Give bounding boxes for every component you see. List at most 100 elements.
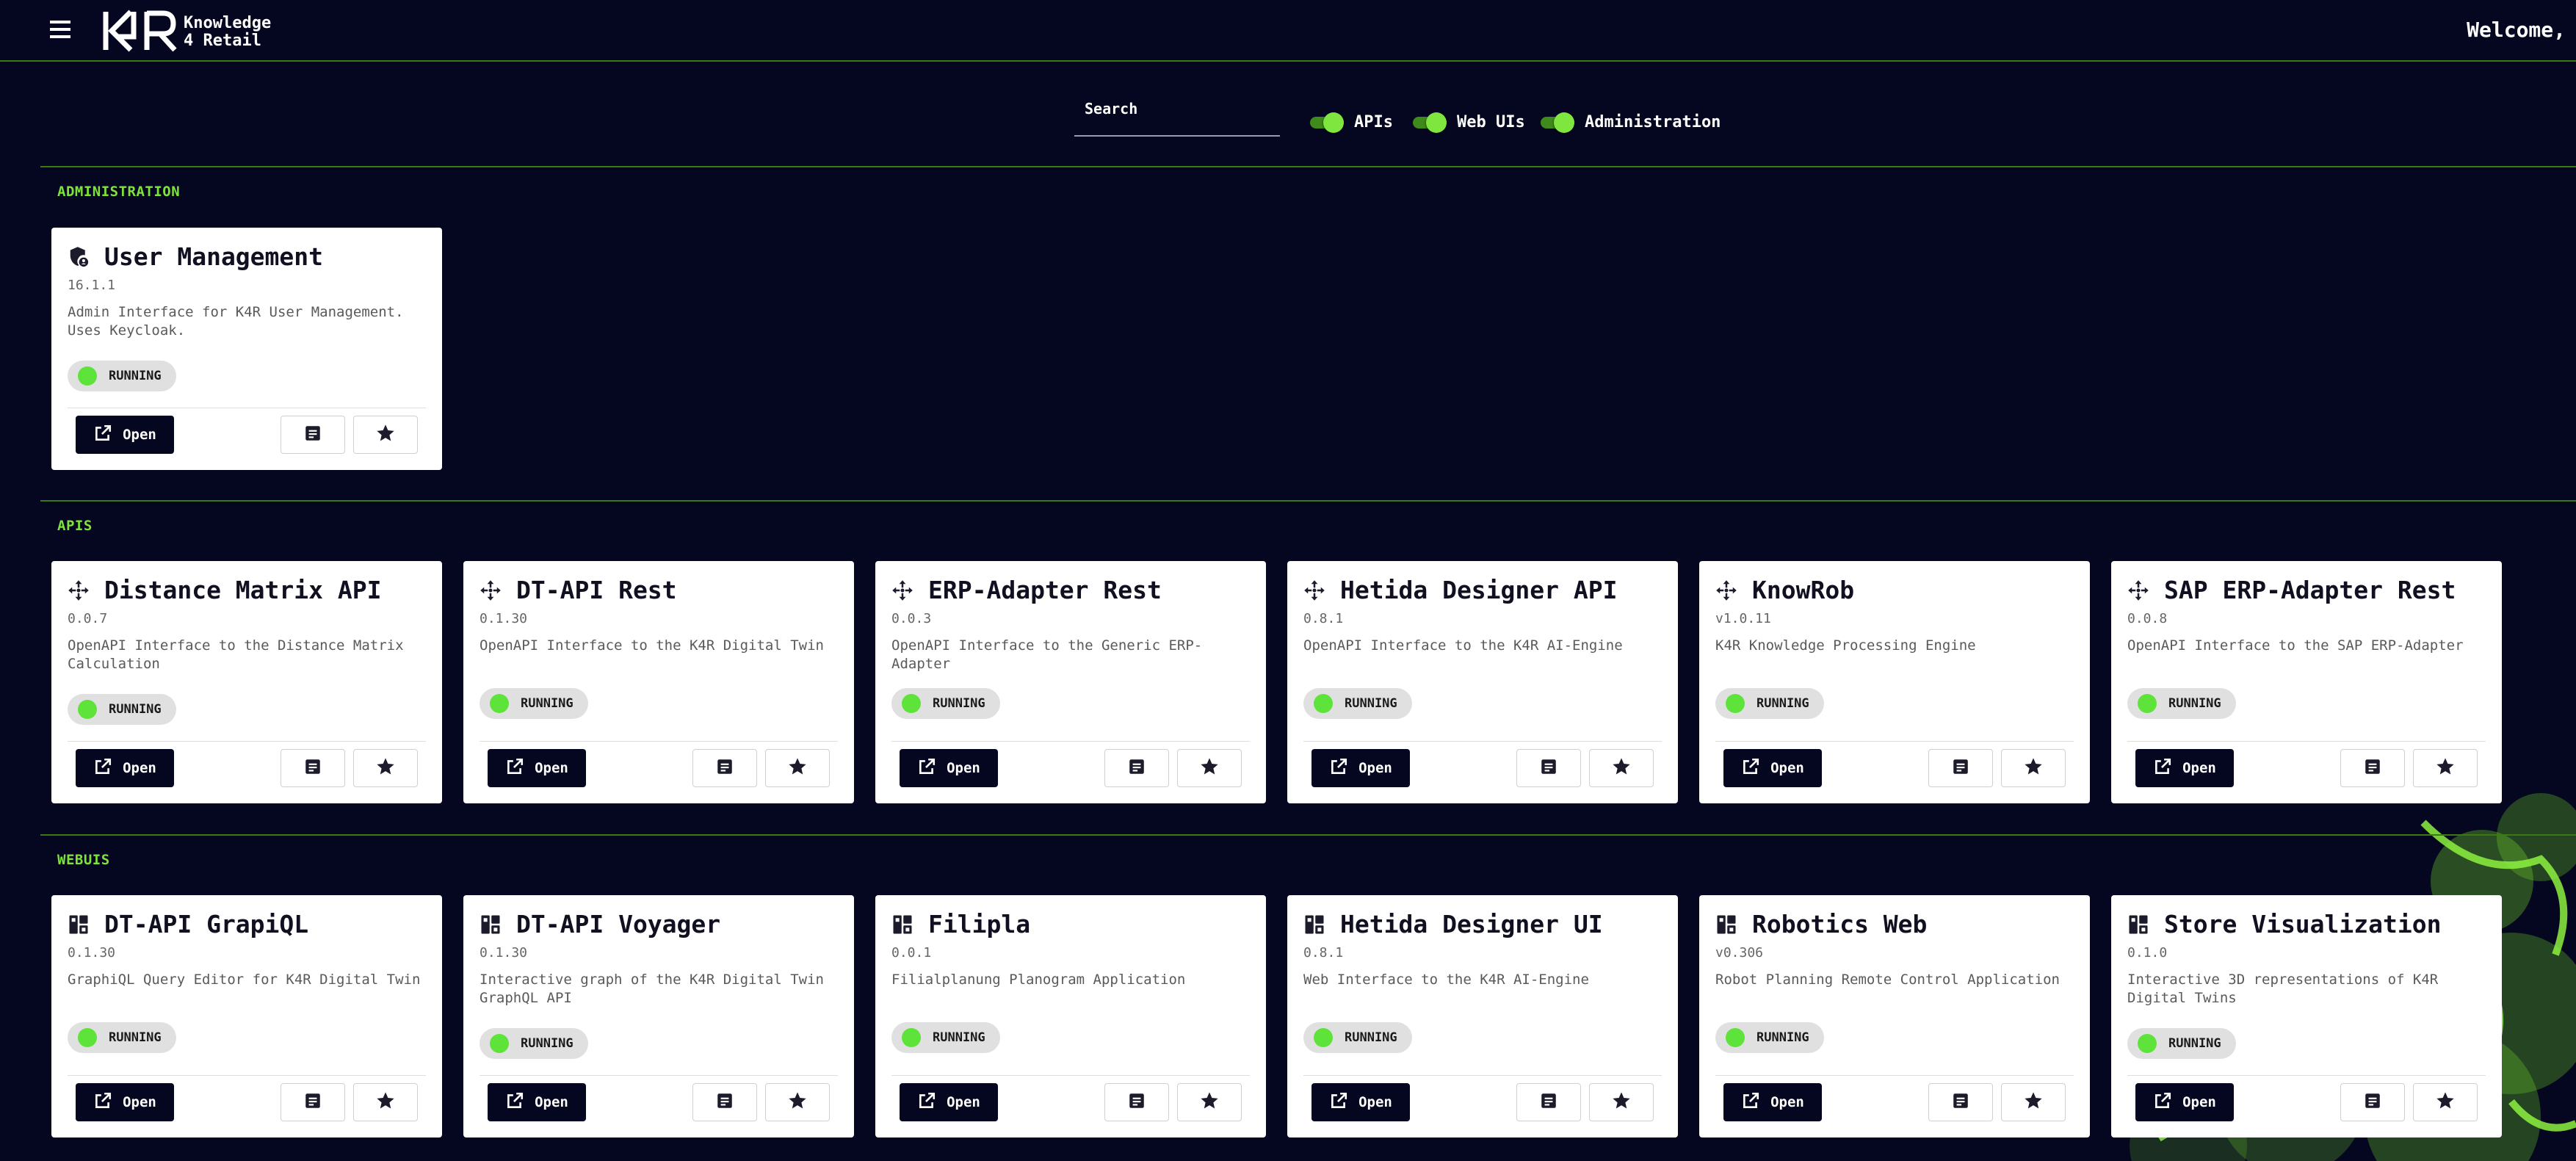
toggle-apis[interactable]: APIs: [1309, 110, 1393, 134]
docs-button[interactable]: [2340, 749, 2405, 787]
open-button[interactable]: Open: [76, 1083, 174, 1121]
docs-button[interactable]: [692, 749, 757, 787]
open-button[interactable]: Open: [76, 416, 174, 454]
document-icon: [303, 424, 322, 446]
status-text: RUNNING: [2168, 1036, 2221, 1051]
open-button-label: Open: [947, 1094, 980, 1110]
search-field[interactable]: Search: [1074, 94, 1283, 137]
docs-button[interactable]: [692, 1083, 757, 1121]
service-card: Distance Matrix API 0.0.7 OpenAPI Interfac…: [51, 561, 442, 803]
card-version: 16.1.1: [68, 278, 116, 293]
dashboard-icon: [1715, 914, 1737, 936]
open-button[interactable]: Open: [76, 749, 174, 787]
card-divider: [68, 1075, 426, 1076]
api-move-icon: [1303, 579, 1325, 601]
toggle-administration[interactable]: Administration: [1539, 110, 1721, 134]
open-button[interactable]: Open: [1723, 1083, 1822, 1121]
section-title-webuis: WEBUIS: [57, 852, 110, 868]
open-button[interactable]: Open: [2135, 1083, 2234, 1121]
open-button-label: Open: [1358, 760, 1392, 776]
favorite-button[interactable]: [2413, 1083, 2478, 1121]
toggle-switch[interactable]: [1309, 110, 1347, 134]
docs-button[interactable]: [281, 416, 345, 454]
open-button[interactable]: Open: [488, 749, 586, 787]
card-title: Robotics Web: [1752, 910, 1928, 938]
status-badge: RUNNING: [68, 361, 176, 391]
docs-button[interactable]: [1104, 1083, 1169, 1121]
docs-button[interactable]: [1516, 1083, 1581, 1121]
section-divider: [40, 834, 2576, 836]
docs-button[interactable]: [2340, 1083, 2405, 1121]
card-divider: [1715, 741, 2074, 742]
favorite-button[interactable]: [2413, 749, 2478, 787]
open-button[interactable]: Open: [1311, 749, 1410, 787]
docs-button[interactable]: [1928, 749, 1993, 787]
favorite-button[interactable]: [353, 749, 418, 787]
card-description: OpenAPI Interface to the Generic ERP-Ada…: [891, 637, 1203, 672]
open-in-new-icon: [1741, 1091, 1770, 1114]
favorite-button[interactable]: [2001, 1083, 2066, 1121]
status-dot-icon: [490, 1034, 509, 1053]
open-button[interactable]: Open: [1723, 749, 1822, 787]
api-move-icon: [2127, 579, 2149, 601]
toggle-web-uis[interactable]: Web UIs: [1411, 110, 1525, 134]
open-button-label: Open: [1770, 760, 1804, 776]
card-header: Filipla: [891, 910, 1030, 938]
service-card: KnowRob v1.0.11 K4R Knowledge Processing E…: [1699, 561, 2090, 803]
open-in-new-icon: [93, 757, 123, 780]
status-badge: RUNNING: [2127, 688, 2236, 719]
status-text: RUNNING: [1345, 1030, 1397, 1045]
status-badge: RUNNING: [1715, 688, 1824, 719]
favorite-button[interactable]: [353, 1083, 418, 1121]
open-button[interactable]: Open: [1311, 1083, 1410, 1121]
open-button-label: Open: [535, 1094, 568, 1110]
dashboard-icon: [2127, 914, 2149, 936]
favorite-button[interactable]: [1177, 749, 1242, 787]
docs-button[interactable]: [281, 749, 345, 787]
favorite-button[interactable]: [2001, 749, 2066, 787]
star-icon: [1611, 756, 1632, 780]
favorite-button[interactable]: [353, 416, 418, 454]
docs-button[interactable]: [1516, 749, 1581, 787]
open-in-new-icon: [917, 1091, 947, 1114]
open-button[interactable]: Open: [2135, 749, 2234, 787]
star-icon: [375, 1091, 396, 1114]
document-icon: [2363, 757, 2382, 779]
status-dot-icon: [1726, 694, 1745, 713]
toggle-switch[interactable]: [1539, 110, 1577, 134]
open-button[interactable]: Open: [900, 1083, 998, 1121]
docs-button[interactable]: [1104, 749, 1169, 787]
card-version: 0.0.3: [891, 611, 932, 626]
favorite-button[interactable]: [1589, 749, 1654, 787]
menu-icon[interactable]: [50, 21, 72, 38]
card-divider: [891, 741, 1250, 742]
star-icon: [2435, 1091, 2456, 1114]
favorite-button[interactable]: [1589, 1083, 1654, 1121]
k4r-logo[interactable]: [101, 9, 182, 53]
favorite-button[interactable]: [765, 749, 830, 787]
docs-button[interactable]: [281, 1083, 345, 1121]
card-title: ERP-Adapter Rest: [928, 576, 1162, 604]
card-description: OpenAPI Interface to the K4R AI-Engine: [1303, 637, 1623, 654]
card-header: DT-API GrapiQL: [68, 910, 308, 938]
card-title: User Management: [104, 242, 324, 271]
docs-button[interactable]: [1928, 1083, 1993, 1121]
service-card: DT-API Rest 0.1.30 OpenAPI Interface to th…: [463, 561, 854, 803]
toggle-switch[interactable]: [1411, 110, 1450, 134]
favorite-button[interactable]: [765, 1083, 830, 1121]
brand-line-2: 4 Retail: [184, 32, 261, 50]
status-badge: RUNNING: [480, 688, 588, 719]
favorite-button[interactable]: [1177, 1083, 1242, 1121]
service-card: DT-API Voyager 0.1.30 Interactive graph of…: [463, 895, 854, 1138]
status-badge: RUNNING: [891, 688, 1000, 719]
open-button[interactable]: Open: [900, 749, 998, 787]
star-icon: [2023, 1091, 2044, 1114]
document-icon: [715, 757, 734, 779]
status-badge: RUNNING: [1303, 1022, 1412, 1053]
open-button[interactable]: Open: [488, 1083, 586, 1121]
api-move-icon: [480, 579, 502, 601]
document-icon: [1127, 1091, 1146, 1113]
search-input[interactable]: [1074, 112, 1283, 137]
card-version: v1.0.11: [1715, 611, 1771, 626]
card-title: Filipla: [928, 910, 1031, 938]
